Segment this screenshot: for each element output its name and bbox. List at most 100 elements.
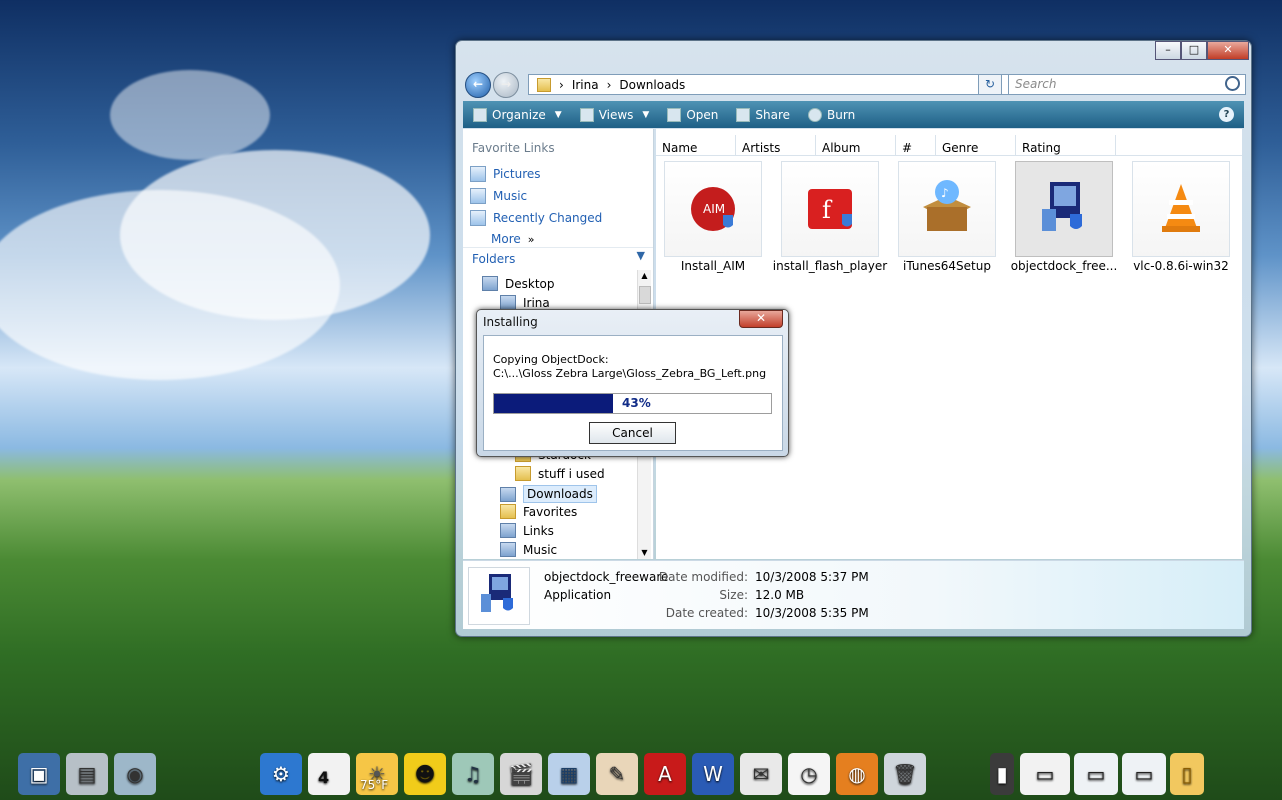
vlc-icon bbox=[1132, 161, 1230, 257]
object-dock: ▣ ▤ ◉ ⚙ 4 ☀ 75°F ☻ ♫ 🎬 ▦ ✎ A W ✉ ◷ ◍ 🗑 ▮… bbox=[0, 745, 1282, 800]
cloud-mid bbox=[120, 150, 430, 320]
objectdock-icon bbox=[468, 567, 530, 625]
itunes-icon: ♪ bbox=[898, 161, 996, 257]
refresh-button[interactable]: ↻ bbox=[978, 74, 1002, 95]
breadcrumb-irina[interactable]: Irina bbox=[572, 78, 599, 92]
maximize-button[interactable]: □ bbox=[1181, 41, 1207, 60]
browser-icon[interactable]: ◍ bbox=[836, 753, 878, 795]
window-thumbnail-3[interactable]: ▭ bbox=[1122, 753, 1166, 795]
tree-item-favorites[interactable]: Favorites bbox=[500, 504, 577, 519]
window-thumbnail-1[interactable]: ▭ bbox=[1020, 753, 1070, 795]
column-name[interactable]: Name bbox=[656, 135, 736, 155]
copying-label: Copying ObjectDock: bbox=[493, 353, 609, 366]
tree-item-irina[interactable]: Irina bbox=[500, 295, 550, 310]
word-icon[interactable]: W bbox=[692, 753, 734, 795]
search-icon[interactable] bbox=[1225, 76, 1240, 91]
progress-percent: 43% bbox=[622, 396, 651, 410]
cancel-button[interactable]: Cancel bbox=[589, 422, 676, 444]
help-icon[interactable]: ? bbox=[1219, 107, 1234, 122]
file-path: C:\...\Gloss Zebra Large\Gloss_Zebra_BG_… bbox=[493, 367, 767, 380]
search-input[interactable]: Search bbox=[1008, 74, 1246, 95]
chevron-down-icon: ▼ bbox=[642, 109, 650, 120]
recent-icon bbox=[470, 210, 486, 226]
favorite-link-more[interactable]: More» bbox=[470, 232, 534, 246]
installing-dialog[interactable]: Installing ✕ Copying ObjectDock: C:\...\… bbox=[476, 309, 789, 457]
column-number[interactable]: # bbox=[896, 135, 936, 155]
organize-button[interactable]: Organize ▼ bbox=[473, 107, 562, 122]
scroll-up-icon[interactable]: ▲ bbox=[638, 270, 651, 282]
favorite-link-music[interactable]: Music bbox=[470, 188, 527, 204]
dialog-body: Copying ObjectDock: C:\...\Gloss Zebra L… bbox=[483, 335, 783, 451]
minimize-button[interactable]: – bbox=[1155, 41, 1181, 60]
calculator-icon[interactable]: ▦ bbox=[548, 753, 590, 795]
cloud-upper bbox=[110, 70, 270, 160]
forward-button[interactable]: → bbox=[493, 72, 519, 98]
tree-item-downloads[interactable]: Downloads bbox=[500, 485, 597, 503]
column-genre[interactable]: Genre bbox=[936, 135, 1016, 155]
objectdock-icon bbox=[1015, 161, 1113, 257]
window-thumbnail-2[interactable]: ▭ bbox=[1074, 753, 1118, 795]
movie-icon[interactable]: 🎬 bbox=[500, 753, 542, 795]
pdf-icon[interactable]: A bbox=[644, 753, 686, 795]
file-item[interactable]: f install_flash_player bbox=[773, 161, 887, 273]
details-file-type: Application bbox=[544, 588, 612, 602]
file-icons: AIM Install_AIM f install_flash_player ♪… bbox=[664, 161, 1234, 281]
column-rating[interactable]: Rating bbox=[1016, 135, 1116, 155]
scroll-down-icon[interactable]: ▼ bbox=[638, 548, 651, 557]
favorite-link-pictures[interactable]: Pictures bbox=[470, 166, 541, 182]
close-button[interactable]: ✕ bbox=[1207, 41, 1249, 60]
links-icon bbox=[500, 523, 516, 538]
flash-icon: f bbox=[781, 161, 879, 257]
file-item[interactable]: ♪ iTunes64Setup bbox=[898, 161, 996, 273]
back-button[interactable]: ← bbox=[465, 72, 491, 98]
folder-dock-icon[interactable]: ▯ bbox=[1170, 753, 1204, 795]
open-button[interactable]: Open bbox=[667, 107, 718, 122]
settings-icon[interactable]: ⚙ bbox=[260, 753, 302, 795]
tree-item-links[interactable]: Links bbox=[500, 523, 554, 538]
dialog-close-button[interactable]: ✕ bbox=[739, 310, 783, 328]
camera-icon[interactable]: ◉ bbox=[114, 753, 156, 795]
address-bar[interactable]: › Irina › Downloads bbox=[528, 74, 1009, 95]
column-album[interactable]: Album bbox=[816, 135, 896, 155]
breadcrumb-downloads[interactable]: Downloads bbox=[619, 78, 685, 92]
music-icon bbox=[500, 542, 516, 557]
aim-dock-icon[interactable]: ☻ bbox=[404, 753, 446, 795]
itunes-dock-icon[interactable]: ♫ bbox=[452, 753, 494, 795]
folders-header[interactable]: Folders ▼ bbox=[463, 247, 653, 270]
views-button[interactable]: Views ▼ bbox=[579, 107, 650, 122]
tree-item-music[interactable]: Music bbox=[500, 542, 557, 557]
double-chevron-icon: » bbox=[527, 232, 535, 246]
file-item[interactable]: AIM Install_AIM bbox=[664, 161, 762, 273]
favorite-link-recently-changed[interactable]: Recently Changed bbox=[470, 210, 602, 226]
phone-icon[interactable]: ▮ bbox=[990, 753, 1014, 795]
computer-icon[interactable]: ▣ bbox=[18, 753, 60, 795]
organize-icon bbox=[473, 107, 487, 122]
scroll-thumb[interactable] bbox=[639, 286, 651, 304]
file-item[interactable]: vlc-0.8.6i-win32 bbox=[1132, 161, 1230, 273]
window-controls: – □ ✕ bbox=[1155, 41, 1249, 60]
dialog-title: Installing bbox=[483, 315, 538, 329]
svg-text:♪: ♪ bbox=[941, 186, 949, 200]
details-values: 10/3/2008 5:37 PM 12.0 MB 10/3/2008 5:35… bbox=[755, 568, 869, 622]
mail-icon[interactable]: ✉ bbox=[740, 753, 782, 795]
pencils-icon[interactable]: ✎ bbox=[596, 753, 638, 795]
share-button[interactable]: Share bbox=[736, 107, 790, 122]
clock-icon[interactable]: ◷ bbox=[788, 753, 830, 795]
details-pane: objectdock_freeware Application Date mod… bbox=[463, 560, 1244, 629]
search-placeholder: Search bbox=[1015, 77, 1057, 91]
recycle-bin-icon[interactable]: 🗑 bbox=[884, 753, 926, 795]
calendar-icon[interactable]: 4 bbox=[308, 753, 350, 795]
column-artists[interactable]: Artists bbox=[736, 135, 816, 155]
aim-icon: AIM bbox=[664, 161, 762, 257]
pictures-icon bbox=[470, 166, 486, 182]
chevron-down-icon: ▼ bbox=[554, 109, 562, 120]
burn-button[interactable]: Burn bbox=[808, 107, 855, 122]
documents-icon[interactable]: ▤ bbox=[66, 753, 108, 795]
tree-item-stuff-i-used[interactable]: stuff i used bbox=[515, 466, 605, 481]
file-item-selected[interactable]: objectdock_free... bbox=[1011, 161, 1117, 273]
details-file-name: objectdock_freeware bbox=[544, 570, 669, 584]
tree-item-desktop[interactable]: Desktop bbox=[482, 276, 555, 291]
navigation-bar: ← → › Irina › Downloads ↻ Search bbox=[465, 72, 1246, 100]
share-icon bbox=[736, 107, 751, 122]
views-icon bbox=[579, 107, 594, 122]
